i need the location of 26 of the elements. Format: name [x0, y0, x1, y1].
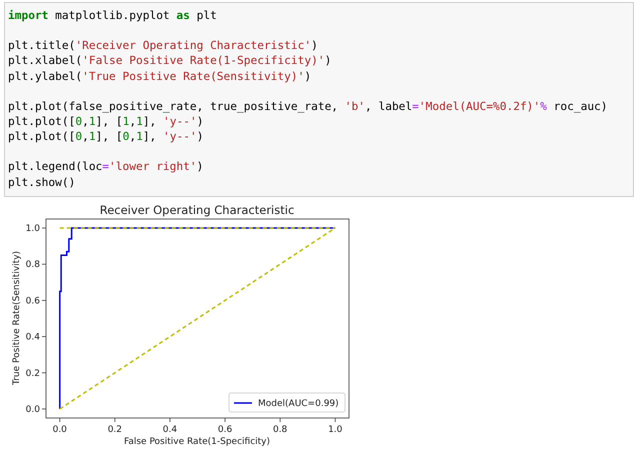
x-axis-label: False Positive Rate(1-Specificity) — [124, 437, 270, 447]
code-line: plt.show() — [8, 174, 76, 190]
y-tick-label: 0.4 — [26, 332, 40, 343]
code-line: plt.plot(false_positive_rate, true_positive_rate, 'b', label='Model(AUC=%0.2f)'% roc_auc) — [8, 98, 608, 114]
y-tick-label: 0.2 — [26, 368, 40, 379]
legend-label: Model(AUC=0.99) — [258, 399, 339, 409]
code-line: plt.xlabel('False Positive Rate(1-Specificity)') — [8, 53, 332, 69]
y-tick-label: 1.0 — [26, 224, 40, 234]
code-line: import matplotlib.pyplot as plt — [8, 8, 217, 24]
x-tick-label: 0.2 — [108, 425, 122, 435]
x-tick-label: 0.4 — [162, 425, 178, 435]
x-tick-label: 0.6 — [218, 425, 232, 435]
x-tick-label: 0.8 — [272, 425, 288, 435]
chart-title: Receiver Operating Characteristic — [100, 203, 294, 217]
code-line: plt.ylabel('True Positive Rate(Sensitivity)') — [8, 68, 312, 84]
code-line: plt.plot([0,1], [0,1], 'y--') — [8, 129, 204, 144]
code-line: plt.plot([0,1], [1,1], 'y--') — [8, 114, 204, 130]
y-tick-label: 0.0 — [26, 404, 40, 415]
x-tick-label: 1.0 — [328, 425, 342, 435]
code-line: plt.title('Receiver Operating Characteristic') — [8, 38, 318, 54]
y-tick-label: 0.6 — [26, 296, 40, 306]
y-tick-label: 0.8 — [26, 260, 40, 270]
chart-legend: Model(AUC=0.99) — [228, 392, 346, 412]
x-tick-label: 0.0 — [52, 425, 67, 435]
code-line: plt.legend(loc='lower right') — [8, 159, 204, 175]
y-axis-label: True Positive Rate(Sensitivity) — [12, 250, 22, 386]
